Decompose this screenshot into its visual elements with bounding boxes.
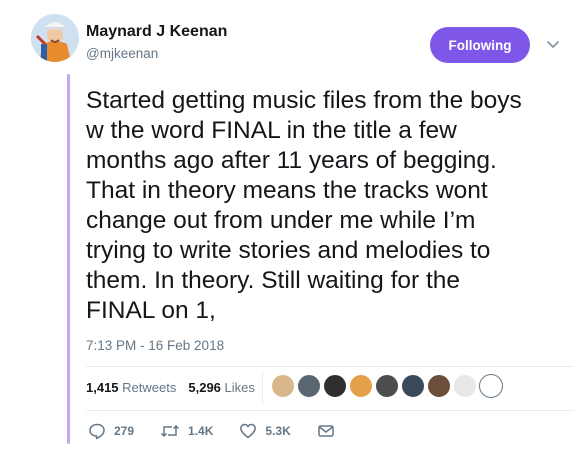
likes-label: Likes (224, 380, 255, 395)
following-button[interactable]: Following (430, 27, 530, 63)
retweet-count: 1.4K (188, 424, 214, 438)
retweets-label: Retweets (122, 380, 177, 395)
divider (86, 410, 574, 411)
retweets-count: 1,415 (86, 380, 119, 395)
tweet-line: them. In theory. Still waiting for the (86, 267, 461, 294)
liker-avatar[interactable] (375, 374, 399, 398)
liker-avatar[interactable] (401, 374, 425, 398)
retweet-button[interactable]: 1.4K (160, 422, 213, 440)
reply-icon (89, 423, 105, 440)
tweet-line: trying to write stories and melodies to (86, 237, 491, 264)
thread-line (67, 74, 70, 444)
reply-button[interactable]: 279 (88, 422, 134, 440)
liker-avatars (271, 372, 505, 400)
stats-separator (262, 372, 263, 404)
author-avatar[interactable] (31, 14, 79, 62)
direct-message-button[interactable] (317, 422, 343, 440)
tweet-line: w the word FINAL in the title a few (86, 117, 457, 144)
retweet-icon (161, 424, 180, 438)
reply-count: 279 (114, 424, 135, 438)
heart-icon (240, 423, 257, 439)
like-button[interactable]: 5.3K (239, 422, 291, 440)
tweet-line: months ago after 11 years of begging. (86, 147, 497, 174)
liker-avatar[interactable] (479, 374, 503, 398)
like-count: 5.3K (265, 424, 291, 438)
chevron-down-icon[interactable] (545, 38, 561, 50)
likes-count: 5,296 (188, 380, 221, 395)
tweet-line: Started getting music files from the boy… (86, 87, 522, 114)
liker-avatar[interactable] (297, 374, 321, 398)
author-name[interactable]: Maynard J Keenan (86, 23, 227, 41)
divider (86, 366, 574, 367)
liker-avatar[interactable] (349, 374, 373, 398)
tweet-actions: 279 1.4K 5.3K (88, 422, 369, 440)
liker-avatar[interactable] (271, 374, 295, 398)
liker-avatar[interactable] (453, 374, 477, 398)
tweet-text: Started getting music files from the boy… (86, 86, 576, 326)
author-handle[interactable]: @mjkeenan (86, 46, 158, 61)
avatar-cartoon-icon (31, 14, 79, 62)
engagement-stats: 1,415 Retweets 5,296 Likes (86, 380, 267, 395)
tweet-line: FINAL on 1, (86, 297, 216, 324)
tweet-line: change out from under me while I’m (86, 207, 476, 234)
likes-stat[interactable]: 5,296 Likes (188, 380, 255, 395)
liker-avatar[interactable] (323, 374, 347, 398)
envelope-icon (318, 425, 334, 437)
retweets-stat[interactable]: 1,415 Retweets (86, 380, 176, 395)
tweet-line: That in theory means the tracks wont (86, 177, 488, 204)
tweet-timestamp[interactable]: 7:13 PM - 16 Feb 2018 (86, 338, 224, 353)
liker-avatar[interactable] (427, 374, 451, 398)
